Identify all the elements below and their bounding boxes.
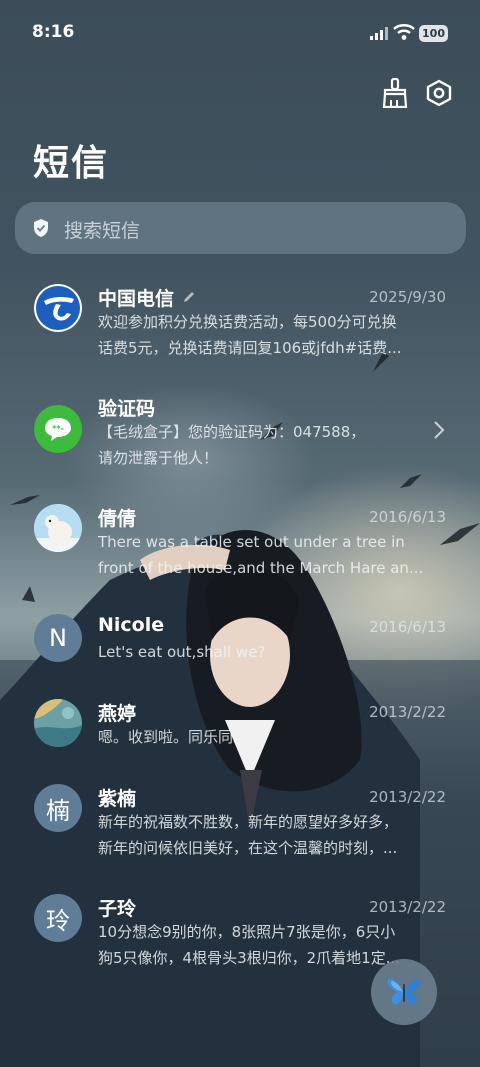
china-telecom-logo-avatar <box>34 284 82 332</box>
message-preview-line: 请勿泄露于他人！ <box>98 449 219 467</box>
message-date: 2016/6/13 <box>369 618 446 636</box>
pencil-icon <box>184 292 194 302</box>
message-date: 2025/9/30 <box>369 288 446 306</box>
signal-icon <box>370 27 388 40</box>
message-preview-line: 10分想念9别的你，8张照片7张是你，6只小 <box>98 923 396 941</box>
svg-text:**-: **- <box>52 424 64 433</box>
message-preview-line: 新年的祝福数不胜数，新年的愿望好多好多， <box>98 813 399 831</box>
message-date: 2016/6/13 <box>369 508 446 526</box>
status-time: 8:16 <box>32 22 75 42</box>
message-preview-line: 话费5元，兑换话费请回复106或jfdh#话费... <box>98 339 402 357</box>
settings-icon[interactable] <box>425 79 453 107</box>
contact-name: 中国电信 <box>98 288 175 310</box>
chat-bubble-icon: **- <box>45 418 71 441</box>
battery-indicator: 100 <box>419 25 448 42</box>
polar-bear-image <box>34 504 82 552</box>
message-date: 2013/2/22 <box>369 703 446 721</box>
message-date: 2013/2/22 <box>369 898 446 916</box>
letter-avatar: 玲 <box>34 894 82 942</box>
letter-avatar: N <box>34 614 82 662</box>
message-preview-line: There was a table set out under a tree i… <box>98 533 405 551</box>
compose-button[interactable] <box>371 959 437 1025</box>
search-bar[interactable]: 搜索短信 <box>15 202 466 254</box>
sms-code-avatar: **- <box>34 405 82 453</box>
letter-avatar: 楠 <box>34 784 82 832</box>
page-title: 短信 <box>33 143 110 184</box>
chevron-right-icon[interactable] <box>433 420 445 440</box>
wifi-icon <box>393 24 415 40</box>
message-preview-line: 【毛绒盒子】您的验证码为：047588， <box>98 423 366 441</box>
contact-name: 紫楠 <box>98 788 137 810</box>
contact-name: Nicole <box>98 614 165 636</box>
search-icon <box>34 219 48 237</box>
conversation-item[interactable]: 楠 紫楠 2013/2/22 新年的祝福数不胜数，新年的愿望好多好多， 新年的问… <box>0 770 480 870</box>
search-input[interactable]: 搜索短信 <box>64 216 140 243</box>
conversation-item[interactable]: **- 验证码 【毛绒盒子】您的验证码为：047588， 请勿泄露于他人！ <box>0 380 480 480</box>
contact-name: 验证码 <box>98 398 156 420</box>
butterfly-icon <box>387 978 421 1005</box>
conversation-item[interactable]: 倩倩 2016/6/13 There was a table set out u… <box>0 490 480 590</box>
broom-icon[interactable] <box>381 78 409 108</box>
contact-photo-avatar <box>34 504 82 552</box>
message-preview-line: 嗯。收到啦。同乐同乐。 <box>98 728 264 746</box>
contact-photo-avatar <box>34 699 82 747</box>
landscape-image <box>34 699 82 747</box>
message-preview-line: 新年的问候依旧美好，在这个温馨的时刻，... <box>98 839 398 857</box>
conversation-item[interactable]: 中国电信 2025/9/30 欢迎参加积分兑换话费活动，每500分可兑换 话费5… <box>0 270 480 370</box>
message-preview-line: Let's eat out,shall we? <box>98 643 266 661</box>
message-preview-line: 欢迎参加积分兑换话费活动，每500分可兑换 <box>98 313 397 331</box>
contact-name: 倩倩 <box>98 508 137 530</box>
message-preview-line: front of the house,and the March Hare an… <box>98 559 424 577</box>
contact-name: 子玲 <box>98 898 137 920</box>
status-bar: 8:16 100 <box>0 0 480 64</box>
telecom-logo-icon <box>36 286 80 330</box>
message-date: 2013/2/22 <box>369 788 446 806</box>
contact-name: 燕婷 <box>98 703 137 725</box>
